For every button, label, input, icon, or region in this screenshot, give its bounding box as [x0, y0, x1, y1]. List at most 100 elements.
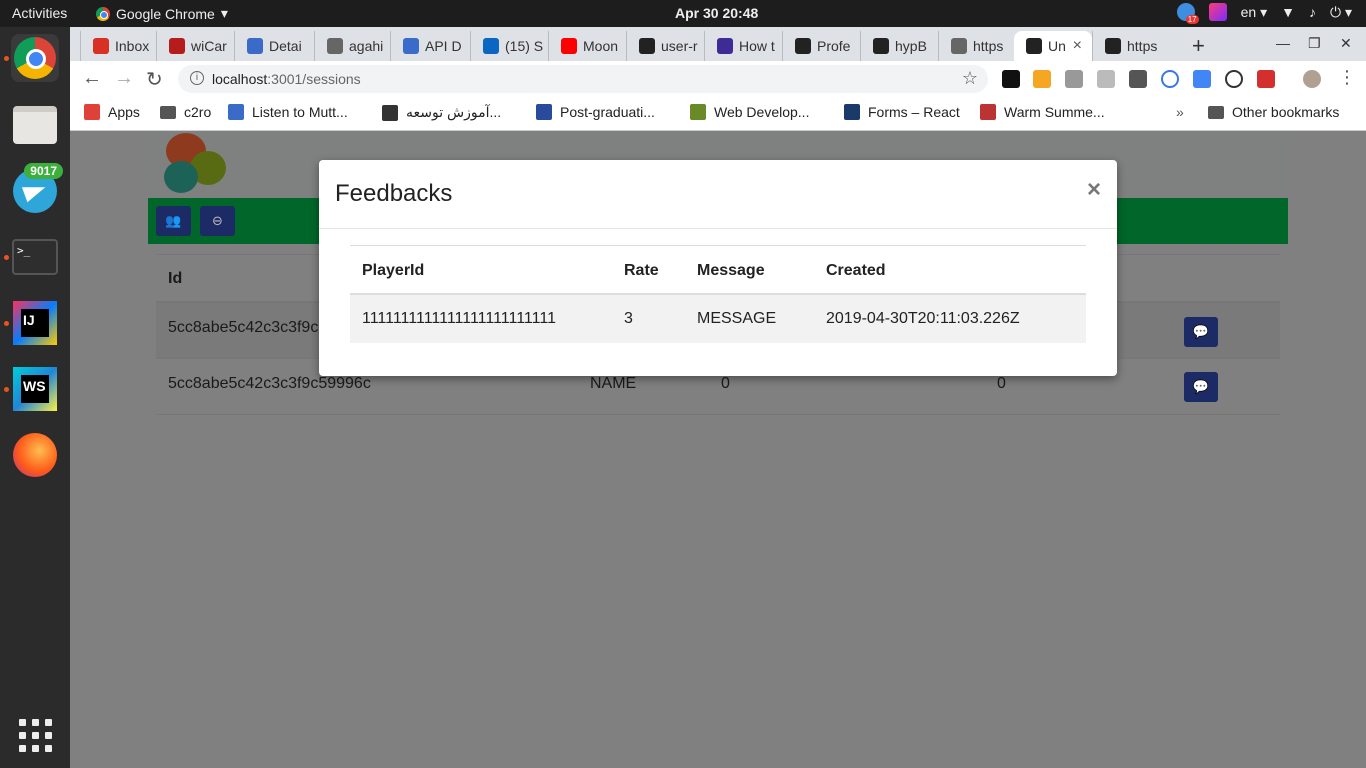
app-indicator-icon[interactable] — [1208, 3, 1227, 21]
tab-5[interactable]: (15) S — [470, 31, 548, 61]
power-icon[interactable]: ⏻ ▾ — [1330, 4, 1352, 21]
tab-2[interactable]: Detai — [234, 31, 314, 61]
translate-extension-icon[interactable] — [1193, 70, 1211, 88]
dock: 9017 >_ IJ WS — [0, 27, 70, 768]
clock[interactable]: Apr 30 20:48 — [675, 5, 758, 21]
back-button[interactable]: ← — [82, 67, 102, 90]
webstorm-icon: WS — [13, 367, 57, 411]
site-info-icon[interactable]: i — [190, 71, 204, 85]
devtools-extension-icon[interactable] — [1225, 70, 1243, 88]
dock-firefox[interactable] — [11, 431, 59, 479]
chrome-icon — [14, 37, 56, 79]
menu-kebab-icon[interactable]: ⋮ — [1338, 67, 1356, 88]
extension-icon[interactable] — [1097, 70, 1115, 88]
tab-label: hypB — [895, 38, 927, 54]
snail-icon — [980, 104, 996, 120]
running-indicator — [4, 56, 9, 61]
close-window-button[interactable]: ✕ — [1340, 35, 1352, 52]
language-selector[interactable]: en ▾ — [1241, 4, 1268, 21]
other-bookmarks[interactable]: Other bookmarks — [1208, 104, 1339, 120]
tab-6[interactable]: Moon — [548, 31, 626, 61]
address-bar[interactable]: i localhost:3001/sessions ☆ — [178, 65, 988, 93]
tab-8[interactable]: How t — [704, 31, 782, 61]
files-icon — [13, 106, 57, 144]
detail-icon — [247, 38, 263, 54]
games-button[interactable]: ⊖ — [200, 206, 235, 236]
bookmark-2[interactable]: Listen to Mutt... — [228, 104, 348, 120]
dock-telegram[interactable]: 9017 — [11, 163, 63, 215]
bookmark-3[interactable]: آموزش توسعه... — [382, 104, 501, 121]
wifi-icon[interactable]: ▼ — [1281, 4, 1295, 20]
sync-extension-icon[interactable] — [1161, 70, 1179, 88]
tab-13[interactable]: https — [1092, 31, 1168, 61]
feedbacks-modal: Feedbacks × PlayerId Rate Message Create… — [319, 160, 1117, 376]
lightbulb-extension-icon[interactable] — [1129, 70, 1147, 88]
apps-grid-icon — [84, 104, 100, 120]
gamepad-icon: ⊖ — [212, 213, 223, 228]
tab-1[interactable]: wiCar — [156, 31, 234, 61]
vue-devtools-icon[interactable] — [1065, 70, 1083, 88]
tab-label: agahi — [349, 38, 384, 54]
star-icon — [795, 38, 811, 54]
bookmark-label: Post-graduati... — [560, 104, 655, 120]
react-icon — [844, 104, 860, 120]
bookmark-star-icon[interactable]: ☆ — [962, 68, 978, 89]
reload-button[interactable]: ↻ — [146, 67, 163, 92]
show-applications-icon[interactable] — [19, 719, 52, 752]
terminal-icon: >_ — [12, 239, 58, 275]
youtube-icon — [561, 38, 577, 54]
dock-intellij[interactable]: IJ — [4, 299, 59, 347]
feedback-button[interactable]: 💬 — [1184, 372, 1218, 402]
app-menu[interactable]: Google Chrome ▾ — [96, 5, 228, 22]
forward-button[interactable]: → — [114, 67, 134, 90]
tab-7[interactable]: user-r — [626, 31, 704, 61]
bookmark-1[interactable]: c2ro — [160, 104, 211, 120]
users-icon: 👥 — [165, 213, 182, 228]
redux-extension-icon[interactable] — [1257, 70, 1275, 88]
bookmark-5[interactable]: Web Develop... — [690, 104, 809, 120]
dock-chrome[interactable] — [4, 34, 59, 82]
jetbrains-extension-icon[interactable] — [1002, 70, 1020, 88]
bookmark-4[interactable]: Post-graduati... — [536, 104, 655, 120]
tab-label: Moon — [583, 38, 619, 54]
bookmark-0[interactable]: Apps — [84, 104, 140, 120]
bookmark-label: c2ro — [184, 104, 212, 120]
dock-files[interactable] — [11, 101, 59, 149]
close-icon[interactable]: × — [1087, 176, 1101, 204]
intellij-icon: IJ — [13, 301, 57, 345]
feedback-button[interactable]: 💬 — [1184, 317, 1218, 347]
dock-terminal[interactable]: >_ — [4, 233, 59, 281]
notification-icon[interactable]: 17 — [1176, 3, 1199, 24]
calendar-extension-icon[interactable] — [1033, 70, 1051, 88]
tab-10[interactable]: hypB — [860, 31, 938, 61]
modal-title: Feedbacks — [335, 180, 453, 207]
tab-label: Un — [1048, 38, 1066, 54]
tab-0[interactable]: Inbox — [80, 31, 156, 61]
tab-3[interactable]: agahi — [314, 31, 390, 61]
activities-button[interactable]: Activities — [12, 5, 67, 21]
bookmarks-overflow-button[interactable]: » — [1176, 104, 1184, 120]
new-tab-button[interactable]: + — [1192, 33, 1205, 59]
dock-webstorm[interactable]: WS — [4, 365, 59, 413]
users-button[interactable]: 👥 — [156, 206, 191, 236]
tab-4[interactable]: API D — [390, 31, 470, 61]
tab-12[interactable]: Un × — [1014, 31, 1092, 61]
notification-count: 17 — [1185, 15, 1199, 24]
profile-avatar[interactable] — [1303, 70, 1321, 88]
volume-icon[interactable]: ♪ — [1309, 4, 1316, 20]
bookmark-7[interactable]: Warm Summe... — [980, 104, 1105, 120]
feedback-message: MESSAGE — [697, 310, 777, 327]
tab-11[interactable]: https — [938, 31, 1014, 61]
globe-icon — [951, 38, 967, 54]
react-icon — [1026, 38, 1042, 54]
gmail-icon — [93, 38, 109, 54]
bookmarks-bar: » Other bookmarks Apps c2ro Listen to Mutt… — [70, 97, 1366, 131]
tab-9[interactable]: Profe — [782, 31, 860, 61]
close-tab-icon[interactable]: × — [1073, 37, 1092, 55]
column-header-message: Message — [697, 262, 765, 279]
minimize-button[interactable]: — — [1276, 35, 1290, 51]
maximize-button[interactable]: ❐ — [1308, 35, 1321, 52]
column-header-playerid: PlayerId — [362, 262, 425, 279]
bookmark-label: Apps — [108, 104, 140, 120]
bookmark-6[interactable]: Forms – React — [844, 104, 960, 120]
